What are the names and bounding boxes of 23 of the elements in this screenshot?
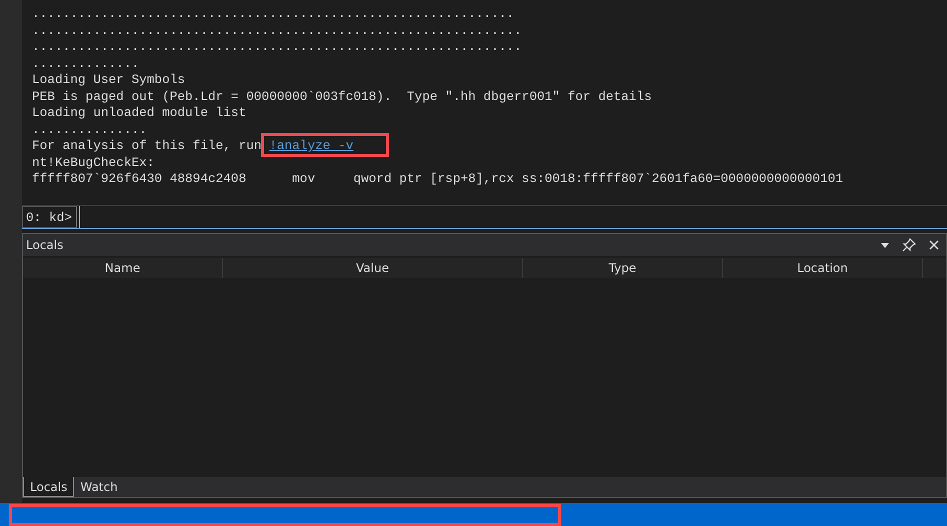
analyze-link[interactable]: !analyze -v xyxy=(269,138,354,154)
output-line: ................................................................ xyxy=(32,39,523,56)
close-icon[interactable] xyxy=(928,239,940,251)
output-line: ................................................................ xyxy=(32,22,523,39)
output-line: fffff807`926f6430 48894c2408 mov qword ptr [rsp+8],rcx ss:0018:fffff807`2601fa60=0000000000000101 xyxy=(32,171,844,188)
column-header[interactable]: Type xyxy=(523,258,723,278)
column-header[interactable]: Value xyxy=(223,258,523,278)
output-line: Loading User Symbols xyxy=(32,72,186,88)
command-prompt: 0: kd> xyxy=(22,206,77,228)
pin-icon[interactable] xyxy=(902,238,916,252)
output-line: Loading unloaded module list xyxy=(32,105,248,122)
panel-title: Locals xyxy=(26,238,64,252)
column-header[interactable]: Location xyxy=(723,258,923,278)
output-line: ............... xyxy=(32,122,148,138)
dropdown-icon[interactable] xyxy=(880,240,890,250)
output-line: For analysis of this file, run xyxy=(32,138,263,154)
column-header[interactable]: Name xyxy=(23,258,223,278)
output-line: ............................................................... xyxy=(32,6,516,22)
panel-tab[interactable]: Locals xyxy=(23,477,74,497)
panel-tab[interactable]: Watch xyxy=(74,477,124,497)
output-line: nt!KeBugCheckEx: xyxy=(32,154,156,171)
output-line: PEB is paged out (Peb.Ldr = 00000000`003fc018). Type ".hh dbgerr001" for details xyxy=(32,88,653,105)
output-line: .............. xyxy=(32,56,140,72)
